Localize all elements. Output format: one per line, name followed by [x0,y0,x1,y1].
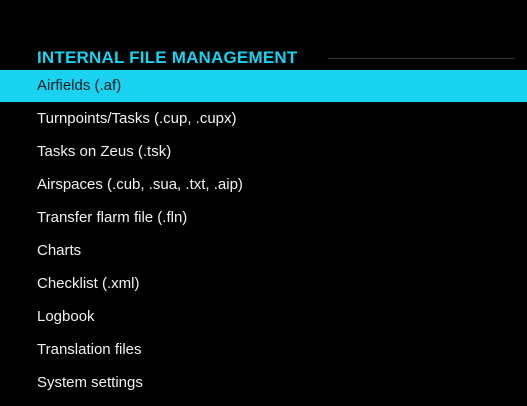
menu-item-transfer-flarm-file[interactable]: Transfer flarm file (.fln) [0,201,527,234]
menu-item-tasks-on-zeus[interactable]: Tasks on Zeus (.tsk) [0,135,527,168]
section-header: INTERNAL FILE MANAGEMENT [0,45,527,71]
file-management-screen: INTERNAL FILE MANAGEMENT Airfields (.af)… [0,0,527,406]
menu-item-system-settings[interactable]: System settings [0,366,527,399]
section-divider [328,58,514,59]
menu-item-charts[interactable]: Charts [0,234,527,267]
menu-item-translation-files[interactable]: Translation files [0,333,527,366]
menu-item-logbook[interactable]: Logbook [0,300,527,333]
menu-item-turnpoints-tasks[interactable]: Turnpoints/Tasks (.cup, .cupx) [0,102,527,135]
menu-item-airspaces[interactable]: Airspaces (.cub, .sua, .txt, .aip) [0,168,527,201]
menu-item-checklist[interactable]: Checklist (.xml) [0,267,527,300]
file-type-menu: Airfields (.af) Turnpoints/Tasks (.cup, … [0,70,527,399]
menu-item-airfields[interactable]: Airfields (.af) [0,70,527,102]
section-title: INTERNAL FILE MANAGEMENT [37,48,298,67]
